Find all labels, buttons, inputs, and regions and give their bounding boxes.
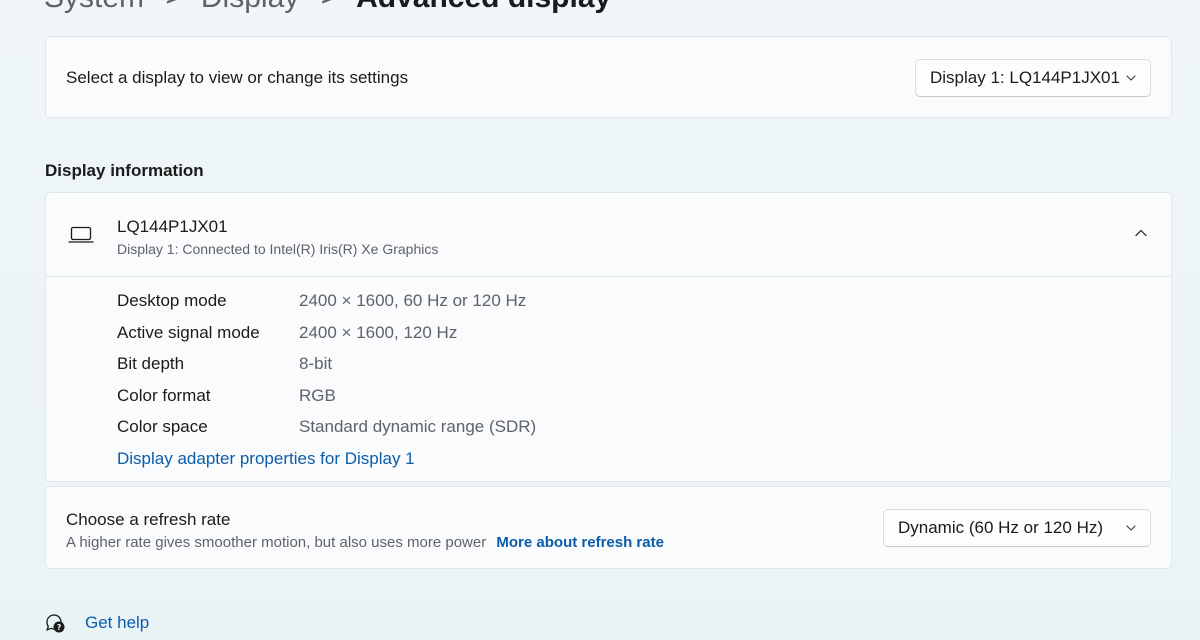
refresh-rate-title: Choose a refresh rate — [66, 510, 231, 529]
property-value: 2400 × 1600, 60 Hz or 120 Hz — [299, 291, 527, 310]
refresh-rate-value: Dynamic (60 Hz or 120 Hz) — [898, 518, 1104, 537]
property-value: 8-bit — [299, 354, 333, 374]
breadcrumb-separator: > — [166, 0, 179, 11]
property-key: Color space — [117, 417, 208, 437]
chevron-down-icon — [1126, 525, 1136, 531]
breadcrumb-item-display[interactable]: Display — [201, 0, 299, 15]
display-connection-info: Display 1: Connected to Intel(R) Iris(R)… — [117, 241, 439, 257]
svg-text:?: ? — [57, 623, 61, 632]
select-display-label: Select a display to view or change its s… — [66, 68, 409, 87]
display-adapter-properties-link[interactable]: Display adapter properties for Display 1 — [117, 449, 415, 469]
laptop-icon — [68, 226, 94, 243]
breadcrumb: System > Display > Advanced display — [44, 0, 611, 18]
property-value: RGB — [299, 385, 336, 405]
advanced-display-page: System > Display > Advanced display Sele… — [0, 0, 1200, 640]
property-value: 2400 × 1600, 120 Hz — [299, 322, 458, 342]
chevron-down-icon — [1126, 75, 1136, 81]
more-about-refresh-rate-link[interactable]: More about refresh rate — [496, 534, 664, 551]
property-key: Active signal mode — [117, 322, 260, 342]
refresh-rate-dropdown[interactable]: Dynamic (60 Hz or 120 Hz) — [883, 509, 1151, 547]
property-key: Desktop mode — [117, 291, 227, 310]
display-select-dropdown[interactable]: Display 1: LQ144P1JX01 — [915, 59, 1151, 97]
breadcrumb-separator: > — [321, 0, 334, 11]
property-key: Color format — [117, 385, 211, 405]
display-information-card: LQ144P1JX01 Display 1: Connected to Inte… — [45, 192, 1172, 482]
get-help-link[interactable]: Get help — [85, 613, 149, 633]
display-select-value: Display 1: LQ144P1JX01 — [930, 68, 1120, 87]
help-chat-icon: ? — [46, 614, 65, 633]
refresh-rate-description: A higher rate gives smoother motion, but… — [66, 534, 664, 551]
chevron-up-icon[interactable] — [1131, 223, 1151, 243]
display-info-header[interactable]: LQ144P1JX01 Display 1: Connected to Inte… — [46, 193, 1171, 277]
property-key: Bit depth — [117, 354, 185, 374]
refresh-rate-card: Choose a refresh rate A higher rate give… — [45, 486, 1172, 569]
display-information-heading: Display information — [45, 161, 204, 180]
select-display-card: Select a display to view or change its s… — [45, 36, 1172, 118]
page-title: Advanced display — [356, 0, 611, 15]
breadcrumb-item-system[interactable]: System — [44, 0, 144, 15]
get-help-row[interactable]: ? Get help — [44, 612, 149, 634]
display-name: LQ144P1JX01 — [117, 217, 228, 236]
property-value: Standard dynamic range (SDR) — [299, 417, 537, 437]
refresh-rate-description-text: A higher rate gives smoother motion, but… — [66, 534, 487, 551]
